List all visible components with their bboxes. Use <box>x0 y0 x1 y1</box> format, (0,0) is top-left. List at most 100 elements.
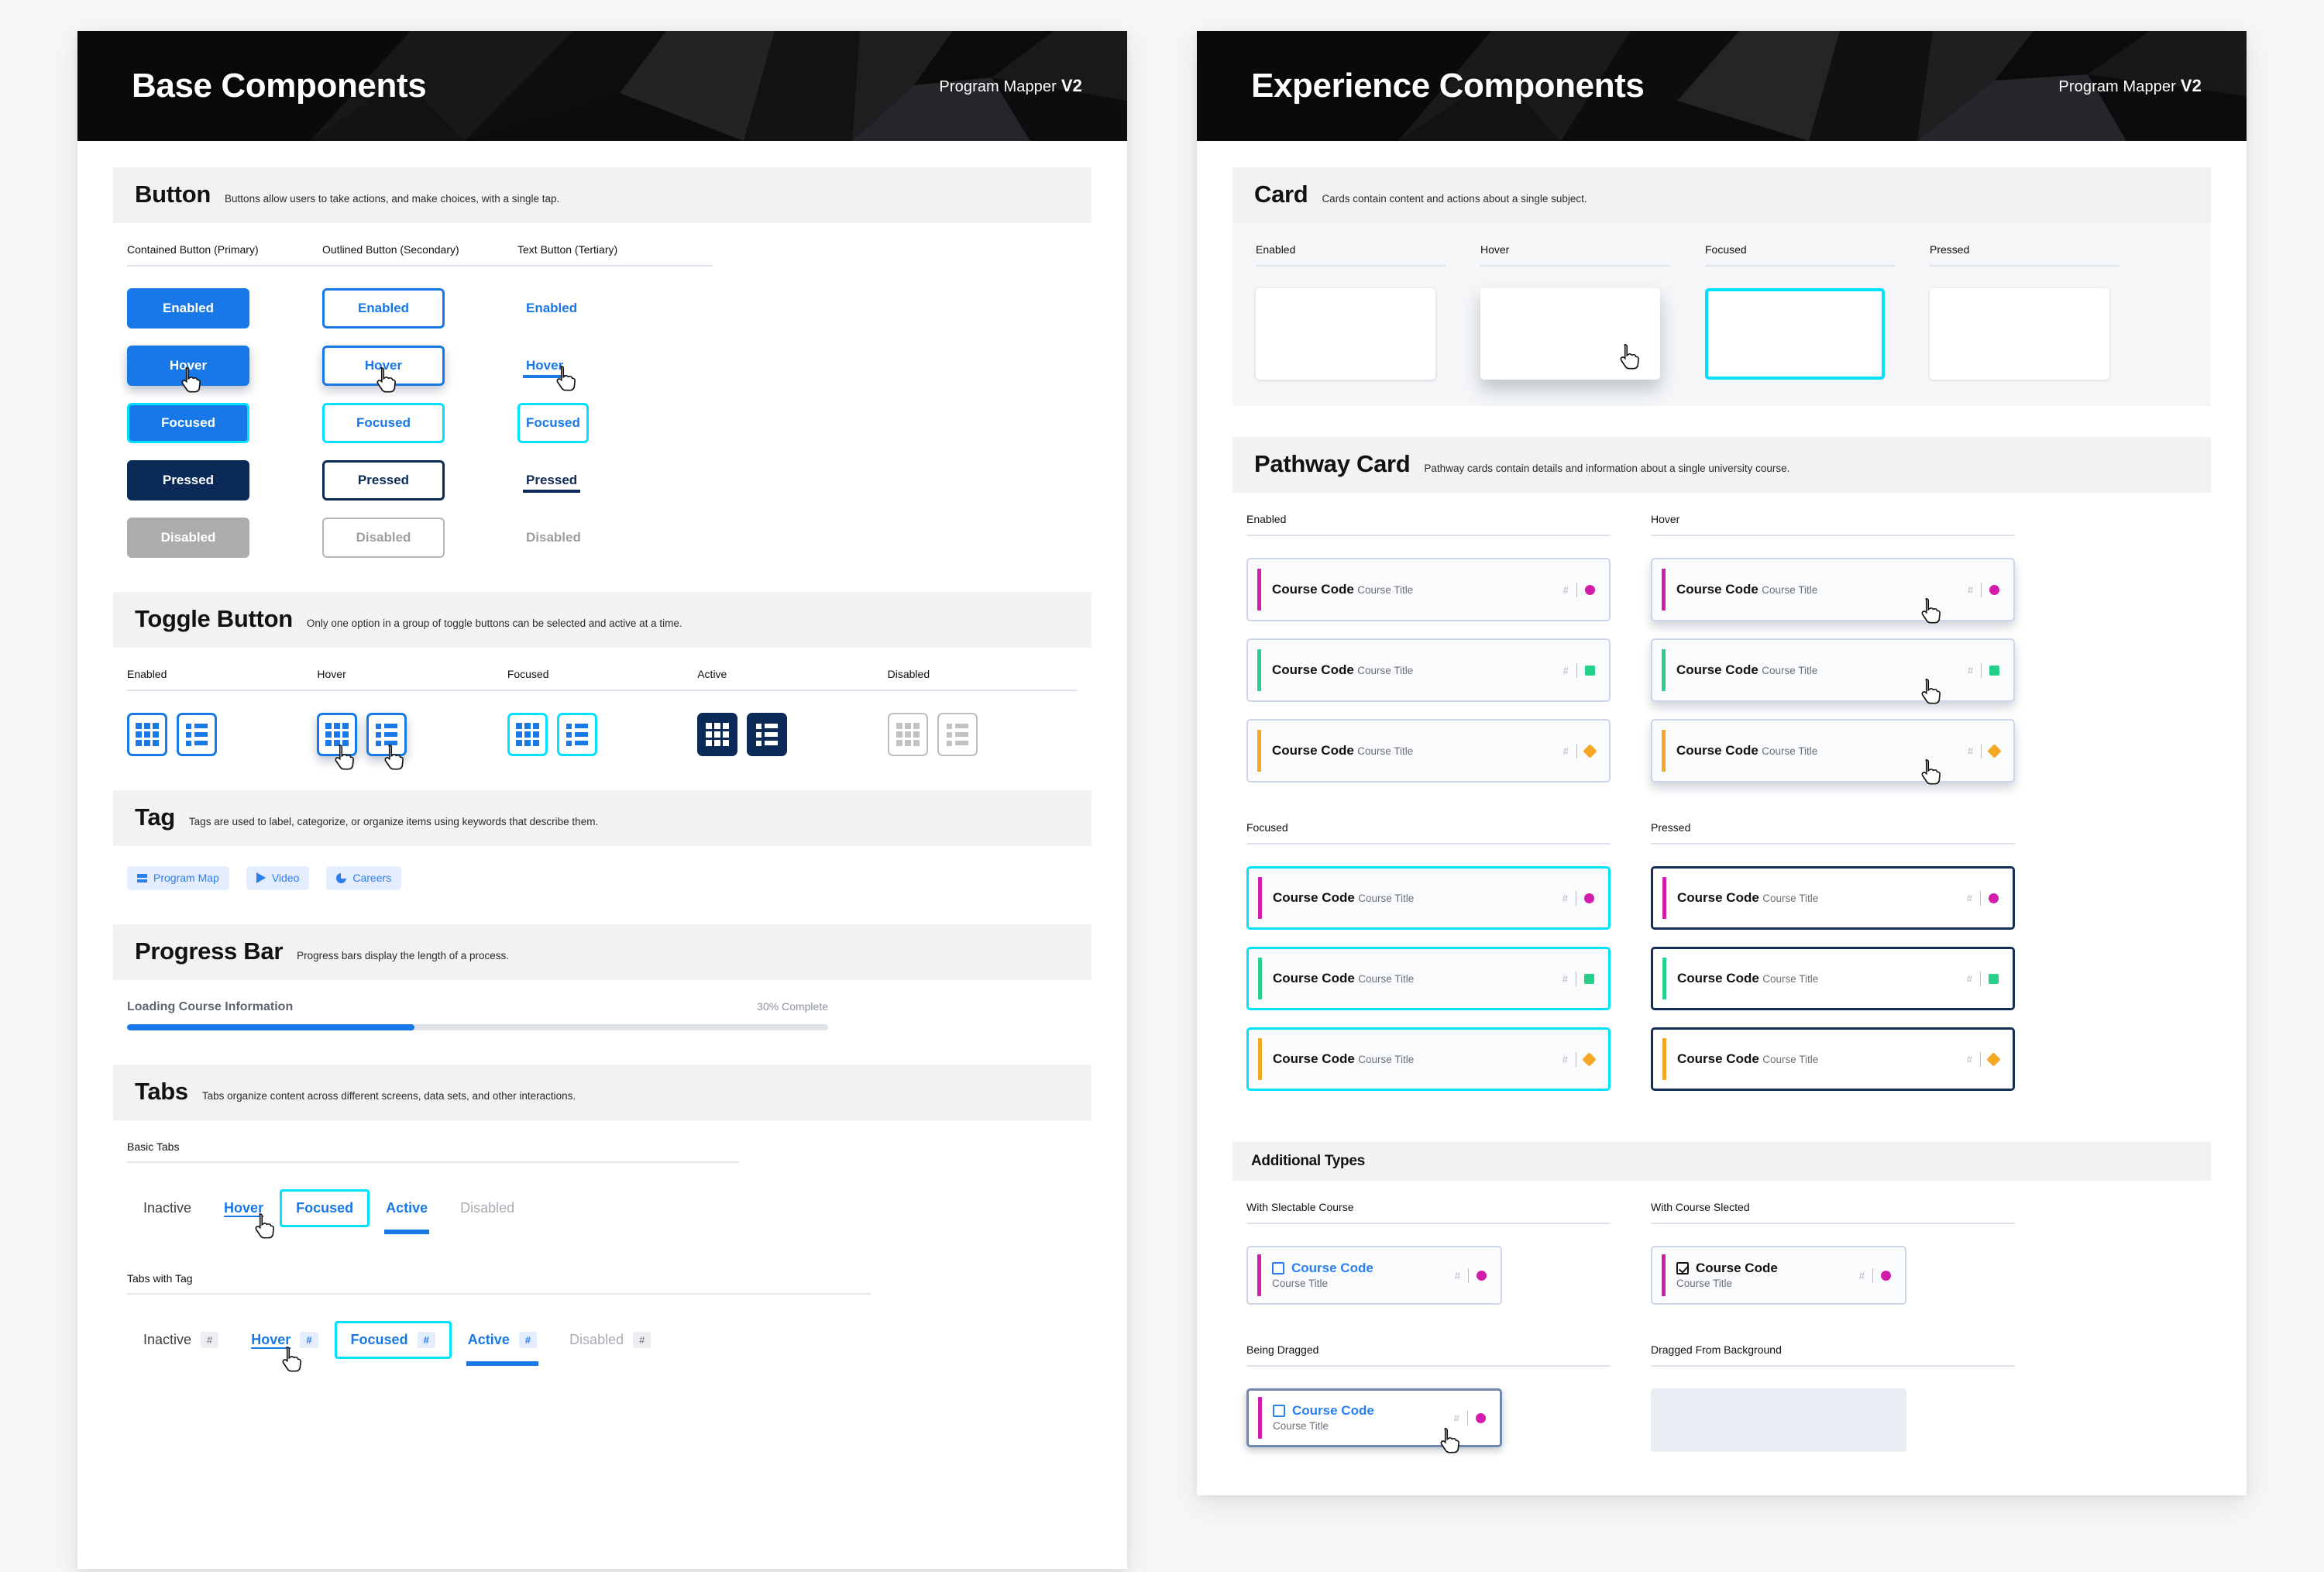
tagtab-hover[interactable]: Hover # <box>235 1321 334 1372</box>
category-color-bar <box>1662 730 1666 772</box>
outlined-button-enabled[interactable]: Enabled <box>322 288 445 329</box>
course-checkbox[interactable] <box>1272 1262 1284 1274</box>
button-section-content: Contained Button (Primary) Enabled Hover… <box>113 223 1092 584</box>
tag-careers[interactable]: Careers <box>326 866 402 890</box>
base-components-panel: Base Components Program Mapper V2 Button … <box>77 31 1127 1569</box>
contained-button-pressed[interactable]: Pressed <box>127 460 249 500</box>
outlined-button-focused[interactable]: Focused <box>322 403 445 443</box>
toggle-list-enabled[interactable] <box>177 713 217 756</box>
credit-hash: # <box>1563 664 1569 676</box>
meta-divider <box>1980 971 1981 986</box>
outlined-button-pressed[interactable]: Pressed <box>322 460 445 500</box>
pathway-card-enabled[interactable]: Course Code Course Title # <box>1246 638 1611 702</box>
pathway-card-focused[interactable]: Course Code Course Title # <box>1246 1027 1611 1091</box>
outlined-button-hover[interactable]: Hover <box>322 346 445 386</box>
tab-disabled: Disabled <box>444 1189 531 1227</box>
pathway-card-meta: # <box>1859 1268 1891 1283</box>
tag-program-map[interactable]: Program Map <box>127 866 229 890</box>
grid-icon <box>136 723 159 746</box>
course-code-with-checkbox: Course Code <box>1676 1260 1859 1276</box>
marker-diamond-icon <box>1582 1051 1597 1067</box>
course-checkbox[interactable] <box>1273 1405 1285 1417</box>
toggle-grid-enabled[interactable] <box>127 713 167 756</box>
toggle-list-active[interactable] <box>747 713 788 756</box>
card-section-header: Card Cards contain content and actions a… <box>1232 167 2211 223</box>
tagtab-active[interactable]: Active # <box>452 1321 553 1366</box>
pathway-card-pressed[interactable]: Course Code Course Title # <box>1651 866 2015 930</box>
tab-active[interactable]: Active <box>370 1189 444 1234</box>
credit-hash: # <box>1967 583 1973 596</box>
tab-badge: # <box>417 1332 435 1348</box>
list-icon <box>566 723 588 746</box>
course-title: Course Title <box>1762 973 1819 986</box>
pathway-card-meta: # <box>1967 890 1999 906</box>
text-button-pressed[interactable]: Pressed <box>517 460 586 500</box>
tab-label: Inactive <box>143 1332 192 1347</box>
contained-button-enabled[interactable]: Enabled <box>127 288 249 329</box>
mouse-cursor-icon <box>1618 342 1642 372</box>
text-button-enabled[interactable]: Enabled <box>517 288 586 329</box>
tag-label: Careers <box>352 872 392 884</box>
card-cell-hover: Hover <box>1480 243 1705 380</box>
pathway-card-pressed[interactable]: Course Code Course Title # <box>1651 1027 2015 1091</box>
toggle-grid-active[interactable] <box>697 713 738 756</box>
tag-label: Program Map <box>153 872 219 884</box>
column-label-hover: Hover <box>317 668 507 691</box>
tab-inactive[interactable]: Inactive <box>127 1189 208 1227</box>
course-checkbox-checked[interactable] <box>1676 1262 1689 1274</box>
dragged-from-background-column: Dragged From Background <box>1651 1343 2015 1464</box>
card-enabled[interactable] <box>1256 288 1435 380</box>
tab-focused[interactable]: Focused <box>280 1189 370 1227</box>
section-description: Pathway cards contain details and inform… <box>1424 463 1790 474</box>
pathway-card-enabled[interactable]: Course Code Course Title # <box>1246 558 1611 621</box>
pathway-card-hover[interactable]: Course Code Course Title # <box>1651 558 2015 624</box>
course-title: Course Title <box>1762 665 1818 677</box>
tab-hover[interactable]: Hover <box>208 1189 280 1239</box>
pathway-card-focused[interactable]: Course Code Course Title # <box>1246 866 1611 930</box>
pathway-card-selectable[interactable]: Course Code Course Title # <box>1246 1246 1502 1305</box>
basic-tabs-row: Inactive Hover Focused Active Disabled <box>127 1189 1078 1239</box>
marker-circle-icon <box>1989 893 1999 903</box>
pathway-card-hover[interactable]: Course Code Course Title # <box>1651 638 2015 704</box>
toggle-grid-hover[interactable] <box>317 713 358 770</box>
toggle-list-focused[interactable] <box>556 713 597 756</box>
pathway-card-meta: # <box>1563 890 1594 906</box>
text-button-hover[interactable]: Hover <box>517 346 572 386</box>
tag-video[interactable]: Video <box>246 866 310 890</box>
pathway-card-text: Course Code Course Title <box>1272 742 1563 758</box>
tagtab-inactive[interactable]: Inactive # <box>127 1321 235 1359</box>
toggle-list-hover[interactable] <box>366 713 407 770</box>
pathway-card-hover[interactable]: Course Code Course Title # <box>1651 719 2015 785</box>
meta-divider <box>1980 1051 1981 1067</box>
column-label-hover: Hover <box>1651 513 2015 536</box>
progress-section-content: Loading Course Information 30% Complete <box>113 980 1092 1057</box>
card-pressed[interactable] <box>1930 288 2109 380</box>
toggle-grid-focused[interactable] <box>507 713 548 756</box>
tagtab-focused[interactable]: Focused # <box>334 1321 452 1359</box>
pathway-column-hover: Hover Course Code Course Title # Course … <box>1651 513 2015 800</box>
course-code: Course Code <box>1292 1403 1374 1419</box>
course-code: Course Code <box>1677 890 1759 906</box>
list-icon <box>186 723 208 746</box>
contained-button-focused[interactable]: Focused <box>127 403 249 443</box>
text-button-focused[interactable]: Focused <box>517 403 589 443</box>
category-color-bar <box>1662 877 1666 919</box>
pathway-section-content: Enabled Course Code Course Title # Cours… <box>1232 493 2211 1134</box>
contained-button-hover[interactable]: Hover <box>127 346 249 386</box>
pathway-card-text: Course Code Course Title <box>1676 581 1968 597</box>
pathway-card-text: Course Code Course Title <box>1273 970 1563 986</box>
pathway-card-enabled[interactable]: Course Code Course Title # <box>1246 719 1611 783</box>
pathway-card-selected[interactable]: Course Code Course Title # <box>1651 1246 1906 1305</box>
tagtab-disabled: Disabled # <box>553 1321 667 1359</box>
course-title: Course Title <box>1762 893 1819 905</box>
pathway-card-being-dragged[interactable]: Course Code Course Title # <box>1246 1388 1502 1453</box>
pathway-card-pressed[interactable]: Course Code Course Title # <box>1651 947 2015 1010</box>
tab-label: Focused <box>296 1200 354 1216</box>
card-focused[interactable] <box>1705 288 1885 380</box>
pathway-card-focused[interactable]: Course Code Course Title # <box>1246 947 1611 1010</box>
pathway-row-bottom: Focused Course Code Course Title # Cours… <box>1246 821 2197 1108</box>
pathway-card-meta: # <box>1563 662 1595 678</box>
card-hover[interactable] <box>1480 288 1660 380</box>
toggle-list-disabled <box>937 713 978 756</box>
column-label-selectable: With Slectable Course <box>1246 1201 1611 1224</box>
